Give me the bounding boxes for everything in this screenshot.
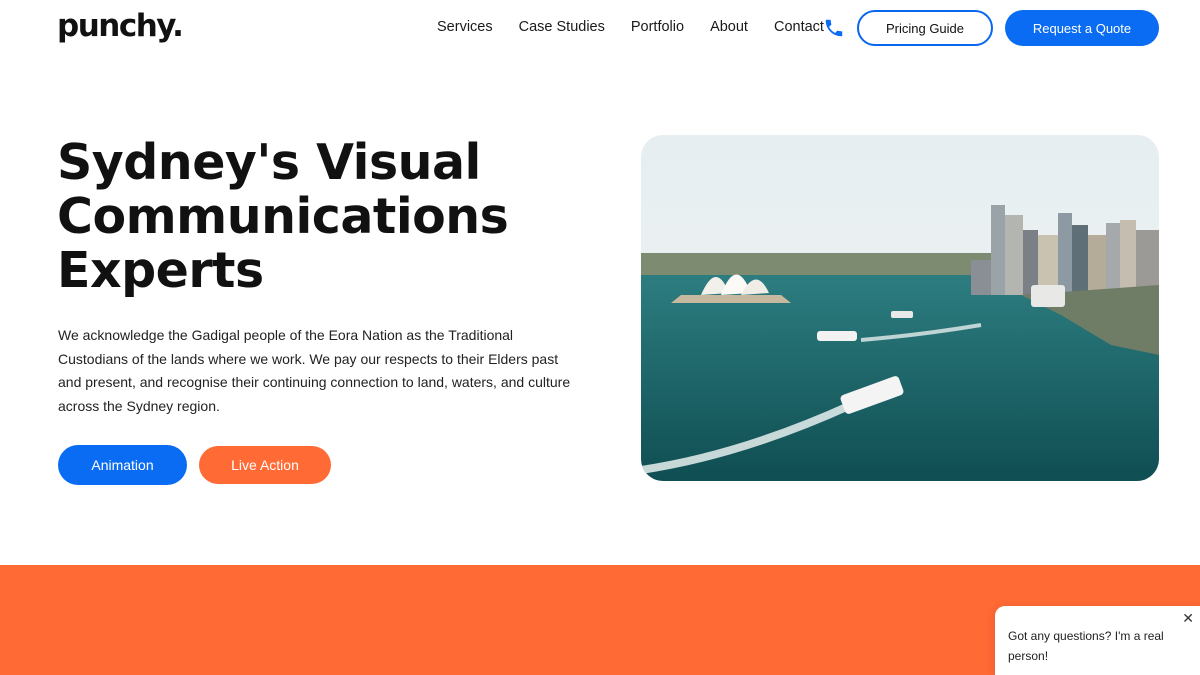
page-title: Sydney's Visual Communications Experts — [57, 136, 577, 298]
title-line: Sydney's Visual — [57, 134, 481, 191]
nav-contact[interactable]: Contact — [774, 19, 824, 35]
title-line: Communications — [57, 188, 509, 245]
sydney-harbour-image — [641, 135, 1159, 481]
acknowledgement-text: We acknowledge the Gadigal people of the… — [58, 327, 571, 414]
nav-about[interactable]: About — [710, 19, 748, 35]
nav-portfolio[interactable]: Portfolio — [631, 19, 684, 35]
nav-services[interactable]: Services — [437, 19, 493, 35]
phone-icon[interactable] — [823, 17, 845, 39]
pricing-guide-button[interactable]: Pricing Guide — [857, 10, 993, 46]
close-icon[interactable]: ✕ — [1182, 611, 1194, 625]
chat-widget[interactable]: ✕ Got any questions? I'm a real person! — [995, 606, 1200, 675]
chat-message: Got any questions? I'm a real person! — [1008, 629, 1164, 663]
nav-case-studies[interactable]: Case Studies — [519, 19, 605, 35]
animation-button[interactable]: Animation — [58, 445, 187, 485]
site-header: punchy. Services Case Studies Portfolio … — [0, 0, 1200, 56]
request-quote-button[interactable]: Request a Quote — [1005, 10, 1159, 46]
title-line: Experts — [57, 242, 264, 299]
main-nav: Services Case Studies Portfolio About Co… — [437, 19, 850, 35]
live-action-button[interactable]: Live Action — [199, 446, 331, 484]
logo[interactable]: punchy. — [57, 8, 184, 44]
